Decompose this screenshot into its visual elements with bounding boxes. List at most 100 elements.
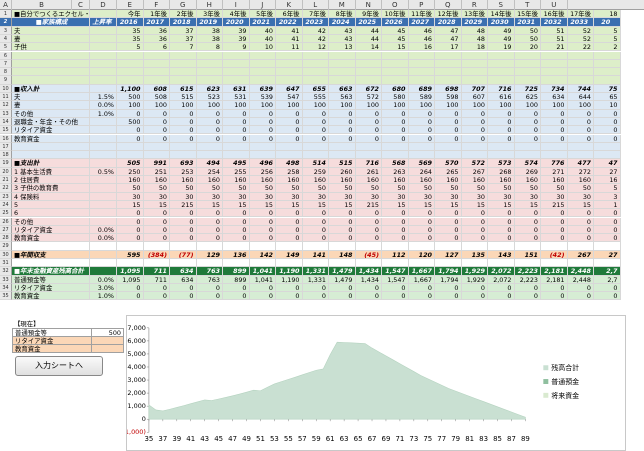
value-cell[interactable]: 0 <box>329 283 356 293</box>
value-cell[interactable]: 0 <box>117 283 144 293</box>
value-cell[interactable]: 0 <box>488 217 515 226</box>
row-label[interactable]: ■収入計 <box>12 84 90 93</box>
value-cell[interactable] <box>276 142 303 152</box>
value-cell[interactable] <box>382 242 409 251</box>
value-cell[interactable]: 160 <box>355 176 382 185</box>
value-cell[interactable]: 0 <box>302 283 329 293</box>
value-cell[interactable] <box>408 59 435 69</box>
value-cell[interactable]: 0 <box>249 126 276 135</box>
value-cell[interactable]: 0 <box>541 283 568 293</box>
row-number[interactable]: 28 <box>0 234 12 243</box>
value-cell[interactable] <box>302 51 329 60</box>
value-cell[interactable]: 1,041 <box>249 267 276 276</box>
value-cell[interactable] <box>276 76 303 85</box>
value-cell[interactable]: 0 <box>567 292 594 301</box>
value-cell[interactable]: 0 <box>170 225 197 235</box>
value-cell[interactable]: 15 <box>514 200 541 210</box>
value-cell[interactable]: 0 <box>329 134 356 143</box>
value-cell[interactable]: 0 <box>302 117 329 127</box>
value-cell[interactable]: 568 <box>382 159 409 168</box>
row-label[interactable]: 妻 <box>12 101 90 110</box>
value-cell[interactable]: 991 <box>143 159 170 168</box>
value-cell[interactable]: 0 <box>117 217 144 226</box>
value-cell[interactable]: 160 <box>541 176 568 185</box>
value-cell[interactable]: 0 <box>170 109 197 118</box>
value-cell[interactable]: 0 <box>196 217 223 226</box>
value-cell[interactable]: 0 <box>355 225 382 235</box>
value-cell[interactable]: 30 <box>223 192 250 201</box>
value-cell[interactable]: 30 <box>541 192 568 201</box>
value-cell[interactable]: 0 <box>276 292 303 301</box>
value-cell[interactable]: 0 <box>514 126 541 135</box>
value-cell[interactable]: 22 <box>567 43 594 52</box>
value-cell[interactable] <box>488 242 515 251</box>
value-cell[interactable]: 15 <box>382 200 409 210</box>
value-cell[interactable]: 15 <box>408 200 435 210</box>
value-cell[interactable]: 50 <box>117 184 144 193</box>
value-cell[interactable] <box>302 59 329 69</box>
value-cell[interactable]: 0 <box>382 283 409 293</box>
value-cell[interactable]: 47 <box>435 26 462 35</box>
value-cell[interactable]: 574 <box>514 159 541 168</box>
value-cell[interactable]: 0 <box>514 209 541 218</box>
value-cell[interactable]: 30 <box>302 192 329 201</box>
value-cell[interactable]: 1,794 <box>435 275 462 284</box>
value-cell[interactable]: 160 <box>276 176 303 185</box>
value-cell[interactable] <box>355 76 382 85</box>
value-cell[interactable]: 48 <box>461 26 488 35</box>
value-cell[interactable]: 494 <box>196 159 223 168</box>
value-cell[interactable]: 10 <box>249 43 276 52</box>
value-cell[interactable]: 16年後 <box>541 10 568 19</box>
value-cell[interactable] <box>514 151 541 160</box>
value-cell[interactable]: 43 <box>329 26 356 35</box>
row-number[interactable]: 15 <box>0 126 12 135</box>
value-cell[interactable]: 36 <box>143 26 170 35</box>
value-cell[interactable]: 0 <box>461 292 488 301</box>
rate-cell[interactable] <box>90 134 117 143</box>
value-cell[interactable] <box>567 51 594 60</box>
value-cell[interactable]: 250 <box>117 167 144 176</box>
value-cell[interactable]: 135 <box>461 250 488 259</box>
value-cell[interactable]: 100 <box>435 101 462 110</box>
value-cell[interactable] <box>382 59 409 69</box>
present-value-input[interactable] <box>92 344 124 354</box>
value-cell[interactable] <box>541 68 568 77</box>
row-label[interactable] <box>12 68 90 77</box>
value-cell[interactable]: 41 <box>276 26 303 35</box>
value-cell[interactable]: 0 <box>567 134 594 143</box>
value-cell[interactable]: 0 <box>435 283 462 293</box>
rate-cell[interactable] <box>90 76 117 85</box>
value-cell[interactable] <box>329 51 356 60</box>
value-cell[interactable] <box>223 51 250 60</box>
rate-cell[interactable] <box>90 259 117 268</box>
value-cell[interactable]: 0 <box>170 134 197 143</box>
value-cell[interactable] <box>514 59 541 69</box>
value-cell[interactable]: 0 <box>329 117 356 127</box>
value-cell[interactable]: 711 <box>143 275 170 284</box>
value-cell[interactable]: 0 <box>461 217 488 226</box>
value-cell[interactable] <box>435 242 462 251</box>
value-cell[interactable]: 50 <box>435 184 462 193</box>
value-cell[interactable]: 623 <box>196 84 223 93</box>
value-cell[interactable] <box>541 259 568 268</box>
value-cell[interactable]: 251 <box>143 167 170 176</box>
value-cell[interactable]: 今年 <box>117 10 144 19</box>
value-cell[interactable] <box>408 242 435 251</box>
row-number[interactable]: 12 <box>0 101 12 110</box>
rate-cell[interactable] <box>90 26 117 35</box>
value-cell[interactable] <box>196 76 223 85</box>
value-cell[interactable] <box>223 59 250 69</box>
value-cell[interactable] <box>143 259 170 268</box>
value-cell[interactable] <box>461 68 488 77</box>
value-cell[interactable]: 0 <box>514 234 541 243</box>
rate-cell[interactable]: 0.0% <box>90 234 117 243</box>
value-cell[interactable]: 634 <box>541 93 568 102</box>
value-cell[interactable]: 0 <box>329 225 356 235</box>
value-cell[interactable]: 0 <box>408 134 435 143</box>
value-cell[interactable]: 0 <box>408 117 435 127</box>
value-cell[interactable] <box>382 142 409 152</box>
value-cell[interactable]: 1,331 <box>302 267 329 276</box>
value-cell[interactable] <box>461 59 488 69</box>
value-cell[interactable]: 0 <box>143 117 170 127</box>
value-cell[interactable] <box>461 242 488 251</box>
